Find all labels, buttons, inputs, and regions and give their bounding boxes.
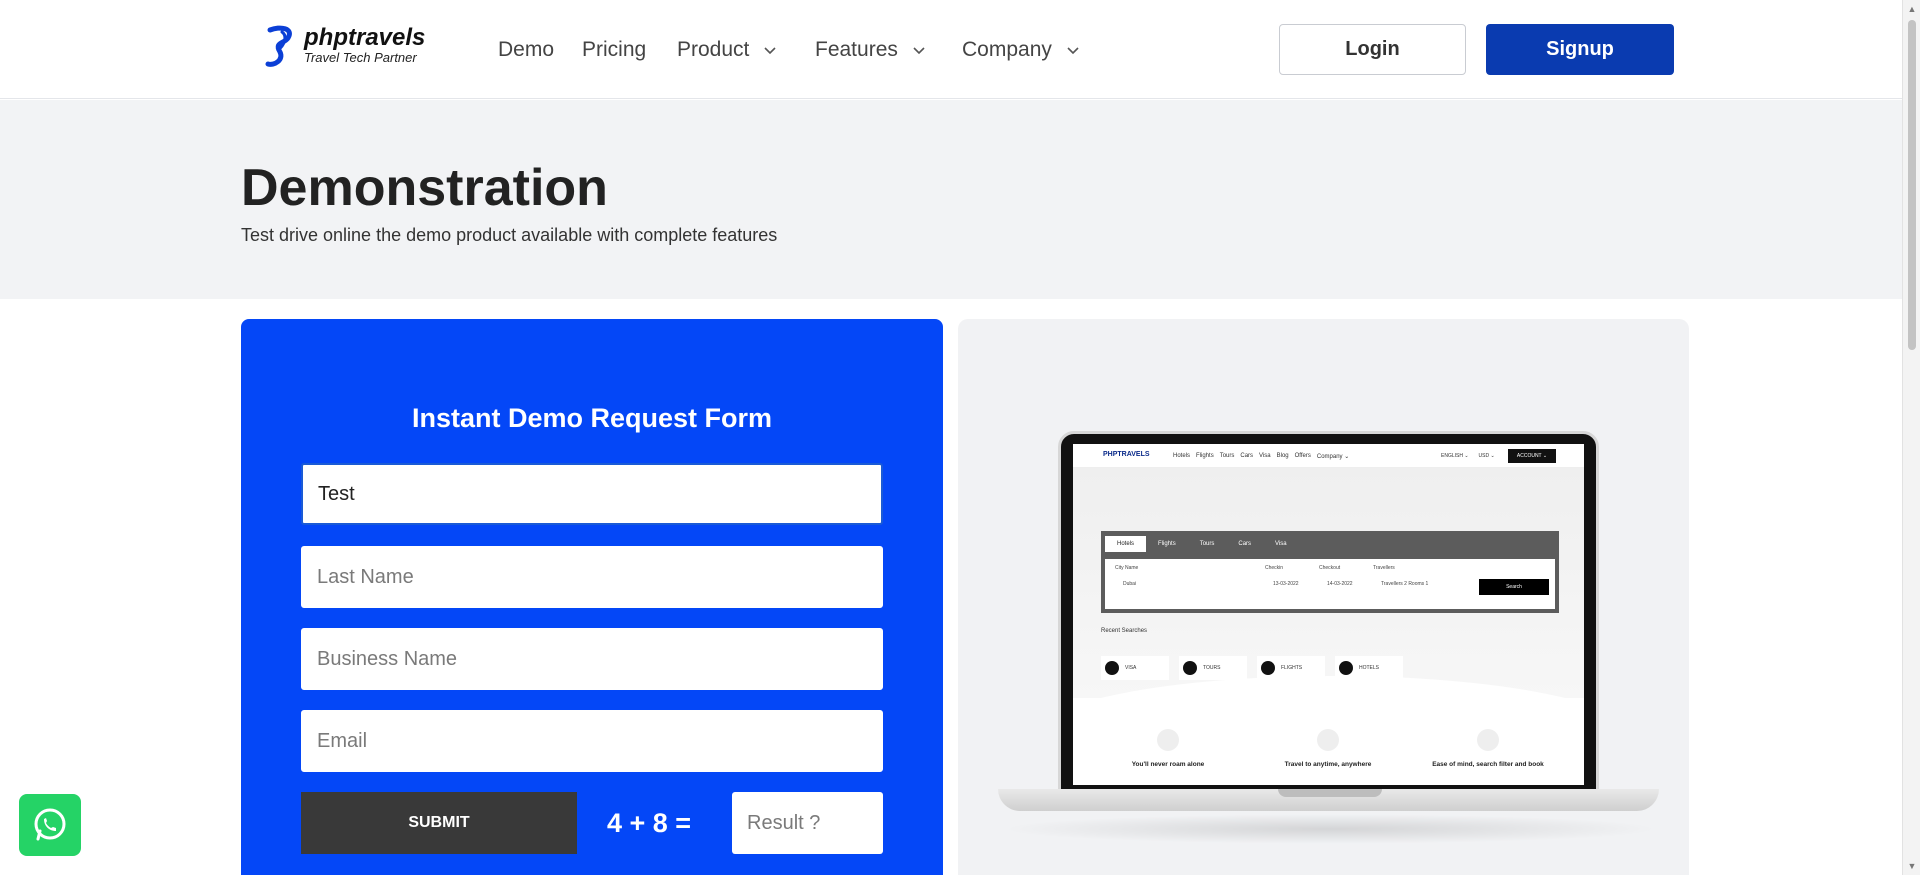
preview-recent-label: Recent Searches (1101, 628, 1148, 634)
scroll-up-arrow-icon[interactable]: ▲ (1907, 4, 1917, 14)
demo-request-form: Instant Demo Request Form SUBMIT 4 + 8 = (241, 319, 943, 875)
preview-tab: Flights (1158, 541, 1176, 547)
nav-product-label: Product (677, 38, 750, 61)
preview-feature-label: You'll never roam alone (1131, 761, 1205, 768)
site-header: phptravels Travel Tech Partner Demo Pric… (0, 0, 1902, 99)
page-title: Demonstration (241, 159, 608, 217)
preview-recent-card: TOURS (1179, 656, 1247, 680)
nav-company[interactable]: Company (962, 38, 1080, 62)
preview-language: ENGLISH ⌄ (1441, 453, 1469, 459)
email-field[interactable] (301, 710, 883, 772)
globe-icon (1317, 729, 1339, 751)
preview-nav-link: Tours (1219, 453, 1235, 459)
preview-feature: You'll never roam alone (1093, 729, 1243, 768)
preview-recent-card: VISA (1101, 656, 1169, 680)
preview-screenshot: PHPTRAVELS Hotels Flights Tours Cars Vis… (1073, 444, 1584, 785)
preview-nav-link: Hotels (1173, 453, 1191, 459)
preview-tab: Visa (1275, 541, 1287, 547)
preview-card-label: VISA (1125, 665, 1137, 671)
preview-nav-link: Flights (1196, 453, 1214, 459)
preview-currency: USD ⌄ (1478, 453, 1495, 459)
captcha-question: 4 + 8 = (607, 808, 692, 838)
product-preview-panel: PHPTRAVELS Hotels Flights Tours Cars Vis… (958, 319, 1689, 875)
preview-feature-label: Travel to anytime, anywhere (1284, 761, 1372, 768)
first-name-field[interactable] (301, 463, 883, 525)
preview-nav-link: Blog (1276, 453, 1289, 459)
preview-logo: PHPTRAVELS (1103, 451, 1150, 458)
page-subtitle: Test drive online the demo product avail… (241, 225, 778, 245)
preview-feature-label: Ease of mind, search filter and book (1432, 761, 1544, 768)
nav-demo[interactable]: Demo (498, 38, 554, 62)
preview-card-label: HOTELS (1359, 665, 1380, 671)
chevron-down-icon (764, 47, 776, 55)
preview-card-icon (1339, 661, 1353, 675)
preview-card-icon (1261, 661, 1275, 675)
captcha-result-field[interactable] (732, 792, 883, 854)
preview-hero: Hotels Flights Tours Cars Visa City Name… (1073, 468, 1584, 698)
megaphone-icon (1157, 729, 1179, 751)
login-button[interactable]: Login (1279, 24, 1466, 75)
nav-product[interactable]: Product (677, 38, 777, 62)
preview-account-button: ACCOUNT ⌄ (1508, 449, 1556, 463)
nav-company-label: Company (962, 38, 1052, 61)
submit-button[interactable]: SUBMIT (301, 792, 577, 854)
scroll-down-arrow-icon[interactable]: ▼ (1907, 861, 1917, 871)
thumbs-up-icon (1477, 729, 1499, 751)
scrollbar-thumb[interactable] (1908, 20, 1916, 350)
preview-checkout-label: Checkout (1319, 565, 1341, 571)
chevron-down-icon (1067, 47, 1079, 55)
nav-features-label: Features (815, 38, 898, 61)
nav-pricing[interactable]: Pricing (582, 38, 646, 62)
nav-demo-label: Demo (498, 38, 555, 61)
preview-card-label: FLIGHTS (1281, 665, 1303, 671)
page-scrollbar[interactable]: ▲ ▼ (1902, 0, 1920, 875)
preview-city-value: Dubai (1123, 581, 1137, 587)
preview-nav-links: Hotels Flights Tours Cars Visa Blog Offe… (1173, 453, 1349, 460)
laptop-notch (1278, 789, 1382, 797)
logo-icon (265, 25, 292, 67)
laptop-shadow (1000, 814, 1660, 844)
preview-nav-link: Offers (1294, 453, 1311, 459)
preview-tabs: Hotels Flights Tours Cars Visa (1105, 536, 1299, 552)
preview-checkout-value: 14-03-2022 (1327, 581, 1353, 587)
preview-city-label: City Name (1115, 565, 1139, 571)
preview-card-icon (1183, 661, 1197, 675)
nav-features[interactable]: Features (815, 38, 926, 62)
preview-tab: Tours (1199, 541, 1215, 547)
logo-tagline: Travel Tech Partner (304, 50, 417, 65)
form-title: Instant Demo Request Form (411, 403, 773, 433)
laptop-screen: PHPTRAVELS Hotels Flights Tours Cars Vis… (1058, 431, 1599, 793)
whatsapp-button[interactable] (19, 794, 81, 856)
logo[interactable]: phptravels Travel Tech Partner (264, 24, 425, 68)
preview-feature: Ease of mind, search filter and book (1413, 729, 1563, 768)
preview-nav-link: Company ⌄ (1316, 454, 1350, 460)
preview-tab: Cars (1238, 541, 1252, 547)
last-name-field[interactable] (301, 546, 883, 608)
preview-checkin-label: Checkin (1265, 565, 1284, 571)
nav-pricing-label: Pricing (582, 38, 647, 61)
preview-nav-link: Visa (1259, 453, 1271, 459)
preview-locale: ENGLISH ⌄ USD ⌄ (1441, 453, 1495, 459)
preview-travellers-value: Travellers 2 Rooms 1 (1381, 581, 1429, 587)
hero-section: Demonstration Test drive online the demo… (0, 100, 1902, 299)
business-name-field[interactable] (301, 628, 883, 690)
preview-nav-link: Cars (1240, 453, 1254, 459)
chevron-down-icon (913, 47, 925, 55)
whatsapp-icon (34, 808, 66, 841)
preview-search-button: Search (1479, 579, 1549, 595)
preview-search-form: City Name Dubai Checkin 13-03-2022 Check… (1105, 559, 1555, 609)
preview-feature: Travel to anytime, anywhere (1253, 729, 1403, 768)
preview-nav: PHPTRAVELS Hotels Flights Tours Cars Vis… (1073, 444, 1584, 468)
preview-card-icon (1105, 661, 1119, 675)
preview-travellers-label: Travellers (1373, 565, 1395, 571)
preview-tab: Hotels (1105, 536, 1147, 552)
preview-card-label: TOURS (1203, 665, 1221, 671)
preview-search-box: Hotels Flights Tours Cars Visa City Name… (1101, 531, 1559, 613)
preview-checkin-value: 13-03-2022 (1273, 581, 1299, 587)
logo-name: phptravels (304, 24, 426, 51)
signup-button[interactable]: Signup (1486, 24, 1674, 75)
